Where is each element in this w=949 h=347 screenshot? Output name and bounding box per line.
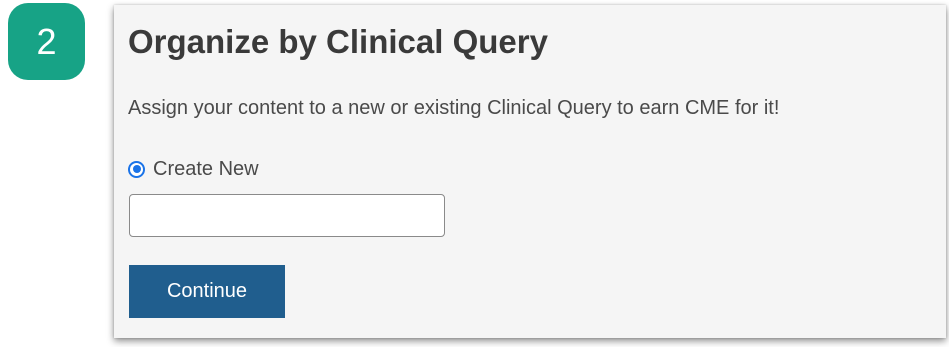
step-number-badge: 2 <box>8 3 85 80</box>
create-new-label[interactable]: Create New <box>153 158 259 181</box>
section-description: Assign your content to a new or existing… <box>128 97 780 119</box>
create-new-radio[interactable] <box>128 160 145 178</box>
screenshot-stage: 2 Organize by Clinical Query Assign your… <box>0 0 949 347</box>
organize-card: Organize by Clinical Query Assign your c… <box>114 5 946 338</box>
continue-button[interactable]: Continue <box>129 265 285 318</box>
clinical-query-input[interactable] <box>129 194 445 237</box>
radio-selected-indicator <box>132 165 141 173</box>
section-title: Organize by Clinical Query <box>128 23 548 60</box>
create-new-option[interactable]: Create New <box>128 157 259 181</box>
